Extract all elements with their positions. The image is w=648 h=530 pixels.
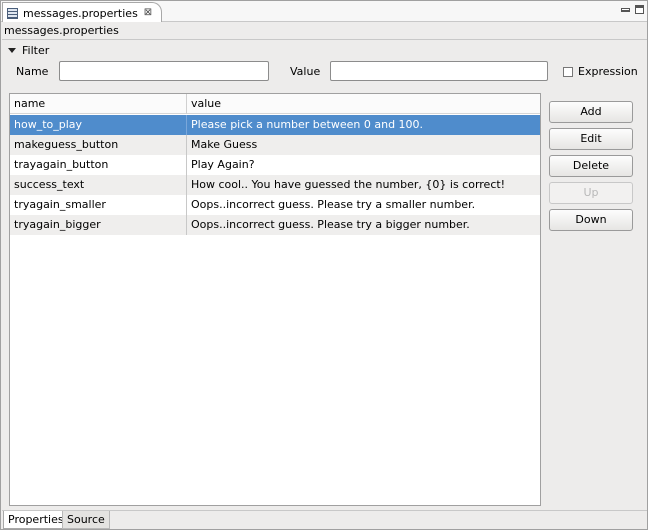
table-row[interactable]: trayagain_button Play Again? bbox=[10, 155, 540, 175]
cell-value: How cool.. You have guessed the number, … bbox=[191, 178, 506, 191]
triangle-down-icon bbox=[8, 48, 16, 53]
cell-name: trayagain_button bbox=[14, 158, 109, 171]
cell-name: makeguess_button bbox=[14, 138, 119, 151]
tab-source[interactable]: Source bbox=[62, 511, 110, 529]
cell-value: Make Guess bbox=[191, 138, 258, 151]
editor-tab-bar: messages.properties ⊠ bbox=[1, 1, 647, 23]
filter-toggle[interactable]: Filter bbox=[8, 44, 49, 57]
add-button[interactable]: Add bbox=[549, 101, 633, 123]
cell-value: Oops..incorrect guess. Please try a smal… bbox=[191, 198, 476, 211]
editor-window: messages.properties ⊠ messages.propertie… bbox=[0, 0, 648, 530]
cell-name: tryagain_smaller bbox=[14, 198, 106, 211]
close-icon[interactable]: ⊠ bbox=[144, 8, 152, 18]
cell-value: Please pick a number between 0 and 100. bbox=[191, 118, 424, 131]
column-divider[interactable] bbox=[186, 94, 187, 114]
cell-divider bbox=[186, 215, 187, 235]
down-button[interactable]: Down bbox=[549, 209, 633, 231]
minimize-icon[interactable] bbox=[621, 8, 630, 12]
table-header: name value bbox=[10, 94, 540, 114]
table-row[interactable]: tryagain_bigger Oops..incorrect guess. P… bbox=[10, 215, 540, 235]
table-row[interactable]: success_text How cool.. You have guessed… bbox=[10, 175, 540, 195]
expression-checkbox[interactable] bbox=[563, 67, 573, 77]
cell-divider bbox=[186, 195, 187, 215]
name-filter-label: Name bbox=[16, 65, 49, 78]
table-row[interactable]: makeguess_button Make Guess bbox=[10, 135, 540, 155]
cell-divider bbox=[186, 115, 187, 135]
tab-properties[interactable]: Properties bbox=[3, 511, 69, 529]
header-divider bbox=[2, 39, 647, 40]
properties-file-icon bbox=[7, 7, 18, 19]
filter-label: Filter bbox=[22, 44, 50, 57]
name-filter-input[interactable] bbox=[59, 61, 269, 81]
cell-divider bbox=[186, 175, 187, 195]
properties-editor: messages.properties Filter Name Value Ex… bbox=[2, 22, 647, 509]
value-filter-input[interactable] bbox=[330, 61, 548, 81]
delete-button[interactable]: Delete bbox=[549, 155, 633, 177]
cell-divider bbox=[186, 135, 187, 155]
tab-messages-properties[interactable]: messages.properties ⊠ bbox=[2, 2, 162, 23]
editor-page-tabs: Properties Source bbox=[2, 510, 647, 529]
cell-divider bbox=[186, 155, 187, 175]
cell-name: success_text bbox=[14, 178, 85, 191]
edit-button[interactable]: Edit bbox=[549, 128, 633, 150]
cell-value: Play Again? bbox=[191, 158, 255, 171]
table-row[interactable]: how_to_play Please pick a number between… bbox=[10, 115, 540, 135]
maximize-icon[interactable] bbox=[635, 5, 644, 14]
properties-table: name value how_to_play Please pick a num… bbox=[9, 93, 541, 506]
expression-label: Expression bbox=[578, 65, 638, 78]
table-row[interactable]: tryagain_smaller Oops..incorrect guess. … bbox=[10, 195, 540, 215]
tab-title: messages.properties bbox=[23, 6, 138, 20]
column-header-name[interactable]: name bbox=[14, 97, 45, 110]
file-header: messages.properties bbox=[4, 24, 119, 37]
column-header-value[interactable]: value bbox=[191, 97, 221, 110]
cell-name: how_to_play bbox=[14, 118, 83, 131]
cell-value: Oops..incorrect guess. Please try a bigg… bbox=[191, 218, 470, 231]
up-button[interactable]: Up bbox=[549, 182, 633, 204]
cell-name: tryagain_bigger bbox=[14, 218, 101, 231]
value-filter-label: Value bbox=[290, 65, 321, 78]
